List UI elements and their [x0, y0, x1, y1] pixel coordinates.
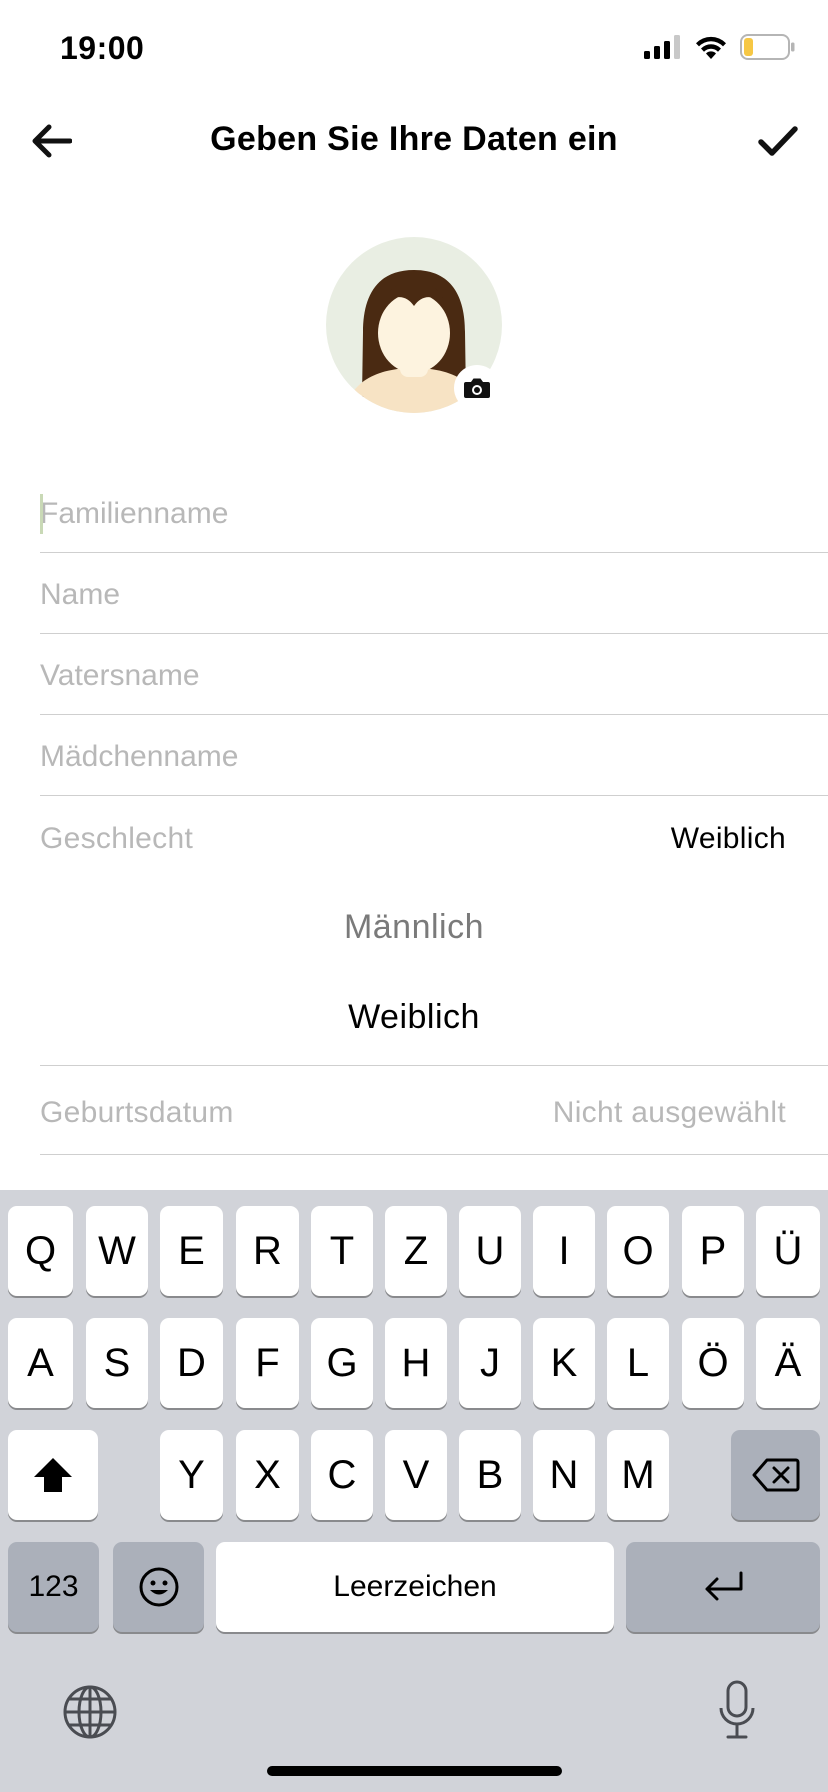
gender-label: Geschlecht — [40, 822, 194, 855]
gender-option-male[interactable]: Männlich — [0, 908, 828, 947]
gender-option-female[interactable]: Weiblich — [0, 998, 828, 1037]
battery-icon — [740, 34, 795, 60]
microphone-icon — [719, 1680, 755, 1739]
key-n[interactable]: N — [533, 1430, 595, 1520]
key-h[interactable]: H — [385, 1318, 447, 1408]
family-name-field[interactable] — [40, 472, 828, 553]
key-r[interactable]: R — [236, 1206, 299, 1296]
key-p[interactable]: P — [682, 1206, 744, 1296]
key-b[interactable]: B — [459, 1430, 521, 1520]
maiden-name-field[interactable] — [40, 715, 828, 796]
status-icons — [644, 34, 796, 60]
keyboard: Q W E R T Z U I O P Ü A S D F G H J K L … — [0, 1190, 828, 1792]
key-u[interactable]: U — [459, 1206, 521, 1296]
key-i[interactable]: I — [533, 1206, 595, 1296]
patronymic-field[interactable] — [40, 634, 828, 715]
delete-key[interactable] — [731, 1430, 820, 1520]
globe-button[interactable] — [60, 1682, 120, 1742]
key-k[interactable]: K — [533, 1318, 595, 1408]
maiden-name-input[interactable] — [40, 729, 828, 785]
confirm-button[interactable] — [752, 116, 804, 166]
space-key[interactable]: Leerzeichen — [216, 1542, 614, 1632]
numbers-key[interactable]: 123 — [8, 1542, 99, 1632]
key-g[interactable]: G — [311, 1318, 373, 1408]
key-c[interactable]: C — [311, 1430, 373, 1520]
shift-icon — [34, 1458, 72, 1492]
name-input[interactable] — [40, 567, 828, 623]
text-cursor — [40, 494, 43, 534]
key-s[interactable]: S — [86, 1318, 148, 1408]
key-y[interactable]: Y — [160, 1430, 223, 1520]
return-key[interactable] — [626, 1542, 820, 1632]
key-v[interactable]: V — [385, 1430, 447, 1520]
emoji-icon — [139, 1567, 178, 1607]
key-e[interactable]: E — [160, 1206, 223, 1296]
key-q[interactable]: Q — [8, 1206, 73, 1296]
cellular-signal-icon — [644, 35, 680, 59]
shift-key[interactable] — [8, 1430, 98, 1520]
name-field[interactable] — [40, 553, 828, 634]
checkmark-icon — [758, 126, 798, 156]
backspace-icon — [752, 1458, 799, 1492]
patronymic-input[interactable] — [40, 648, 828, 704]
page-title: Geben Sie Ihre Daten ein — [210, 120, 618, 158]
key-d[interactable]: D — [160, 1318, 223, 1408]
dictation-button[interactable] — [712, 1678, 762, 1742]
key-ae[interactable]: Ä — [756, 1318, 820, 1408]
family-name-input[interactable] — [40, 486, 828, 542]
birth-date-label: Geburtsdatum — [40, 1096, 234, 1129]
emoji-key[interactable] — [113, 1542, 204, 1632]
birth-date-row[interactable]: Geburtsdatum Nicht ausgewählt — [40, 1066, 828, 1155]
key-oe[interactable]: Ö — [682, 1318, 744, 1408]
camera-icon — [464, 378, 490, 398]
key-l[interactable]: L — [607, 1318, 669, 1408]
key-a[interactable]: A — [8, 1318, 73, 1408]
key-m[interactable]: M — [607, 1430, 669, 1520]
status-time: 19:00 — [60, 30, 145, 66]
gender-row[interactable]: Geschlecht Weiblich Männlich Weiblich — [40, 796, 828, 1066]
return-icon — [705, 1571, 743, 1601]
key-z[interactable]: Z — [385, 1206, 447, 1296]
key-j[interactable]: J — [459, 1318, 521, 1408]
key-t[interactable]: T — [311, 1206, 373, 1296]
key-o[interactable]: O — [607, 1206, 669, 1296]
change-photo-button[interactable] — [454, 365, 500, 411]
key-f[interactable]: F — [236, 1318, 299, 1408]
globe-icon — [63, 1685, 117, 1739]
home-indicator[interactable] — [267, 1766, 562, 1776]
key-w[interactable]: W — [86, 1206, 148, 1296]
wifi-icon — [696, 36, 726, 59]
birth-date-value: Nicht ausgewählt — [552, 1096, 786, 1129]
key-ue[interactable]: Ü — [756, 1206, 820, 1296]
key-x[interactable]: X — [236, 1430, 299, 1520]
gender-value: Weiblich — [670, 822, 786, 855]
